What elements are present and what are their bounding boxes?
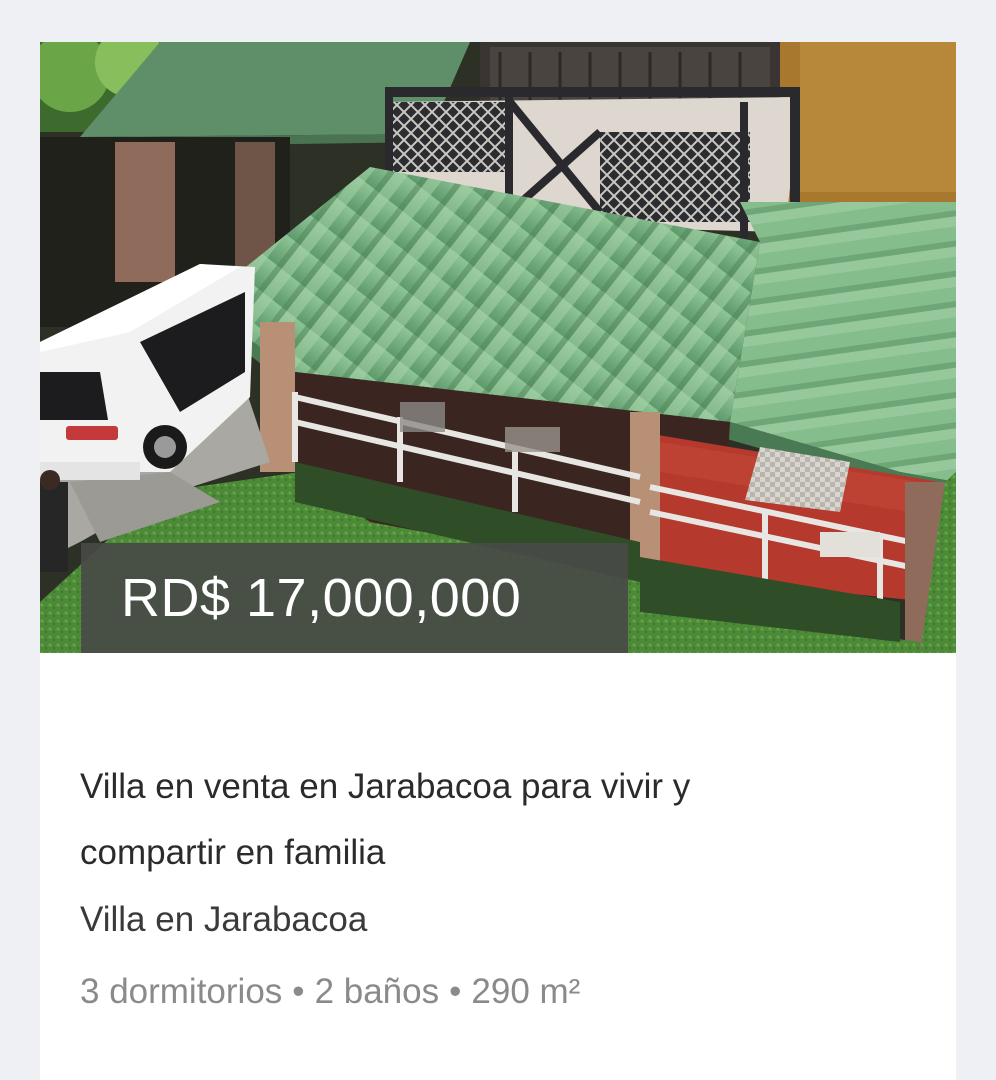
bathrooms-count: 2 baños: [314, 972, 440, 1011]
listing-features: 3 dormitorios • 2 baños • 290 m²: [80, 972, 580, 1012]
listing-title[interactable]: Villa en venta en Jarabacoa para vivir y…: [80, 754, 840, 886]
listing-photo[interactable]: RD$ 17,000,000: [40, 42, 956, 653]
separator-dot: •: [449, 972, 462, 1011]
bedrooms-count: 3 dormitorios: [80, 972, 283, 1011]
listing-price: RD$ 17,000,000: [121, 568, 522, 628]
separator-dot: •: [292, 972, 305, 1011]
area-size: 290 m²: [471, 972, 581, 1011]
listing-subtitle: Villa en Jarabacoa: [80, 900, 368, 939]
listing-card[interactable]: RD$ 17,000,000 Villa en venta en Jarabac…: [40, 42, 956, 1080]
price-overlay: RD$ 17,000,000: [81, 543, 628, 653]
